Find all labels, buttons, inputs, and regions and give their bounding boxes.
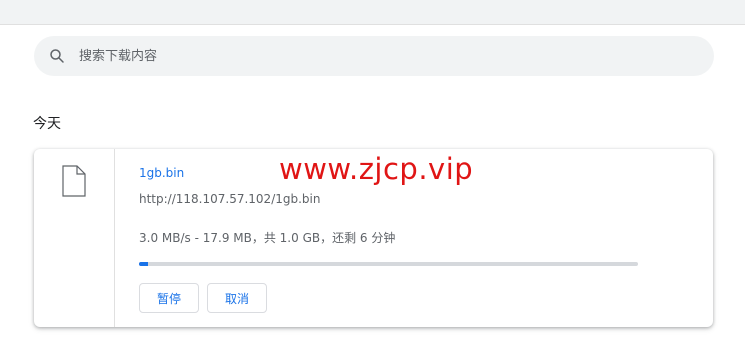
watermark-text: www.zjcp.vip (279, 152, 474, 186)
top-bar (0, 0, 745, 25)
download-filename-link[interactable]: 1gb.bin (139, 166, 184, 180)
download-status: 3.0 MB/s - 17.9 MB，共 1.0 GB，还剩 6 分钟 (139, 231, 396, 245)
search-bar[interactable] (34, 36, 714, 76)
date-group-label: 今天 (33, 116, 61, 132)
file-icon (62, 165, 86, 197)
download-progress-bar (139, 262, 638, 266)
download-progress-fill (139, 262, 148, 266)
search-input[interactable] (79, 36, 679, 76)
download-url: http://118.107.57.102/1gb.bin (139, 192, 321, 206)
pause-button[interactable]: 暂停 (139, 283, 199, 313)
search-icon (50, 49, 64, 63)
card-divider (114, 149, 115, 327)
cancel-button[interactable]: 取消 (207, 283, 267, 313)
